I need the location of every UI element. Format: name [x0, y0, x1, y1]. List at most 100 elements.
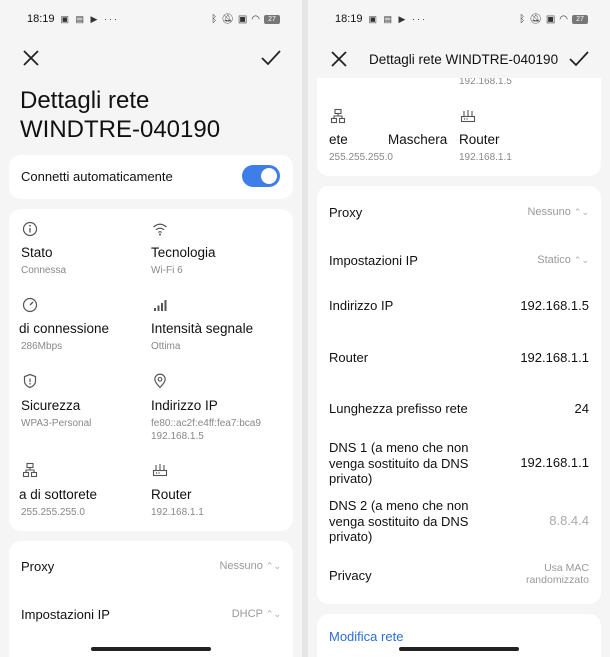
- dns2-field[interactable]: 8.8.4.4: [549, 513, 589, 528]
- network-icon: [22, 462, 38, 478]
- proxy-label: Proxy: [329, 205, 363, 220]
- wifi-icon: [152, 221, 168, 237]
- ip-address-label: Indirizzo IP: [329, 298, 394, 313]
- grid-title-stato: Stato: [21, 245, 53, 260]
- modify-network-link[interactable]: Modifica rete: [329, 629, 403, 644]
- privacy-label: Privacy: [329, 568, 372, 583]
- bluetooth-icon: ᛒ: [519, 13, 526, 25]
- proxy-value: Nessuno: [527, 206, 571, 218]
- grid-value-intensita: Ottima: [151, 341, 181, 352]
- partial-value-subnet: 255.255.255.0: [329, 152, 393, 163]
- dns2-label-line3: privato): [329, 529, 373, 544]
- grid-title-router: Router: [151, 487, 192, 502]
- nfc-icon: ▣: [237, 13, 248, 25]
- dns1-label: DNS 1 (a meno che non venga sostituito d…: [329, 440, 468, 487]
- ip-settings-label: Impostazioni IP: [21, 607, 110, 622]
- page-title-line2: WINDTRE-040190: [20, 116, 221, 143]
- mute-icon: 🔕︎: [221, 13, 234, 25]
- left-screen: 18:19 ▣ ▤ ▶ ··· ᛒ 🔕︎ ▣ ◠ 27 Dettagli ret…: [0, 0, 302, 657]
- confirm-check-icon[interactable]: [568, 48, 590, 70]
- info-icon: [22, 221, 38, 237]
- notification-icons: ▣ ▤ ▶ ···: [60, 13, 119, 24]
- privacy-select[interactable]: Usa MAC randomizzato: [526, 562, 589, 586]
- confirm-check-icon[interactable]: [260, 47, 282, 69]
- grid-title-subnet: a di sottorete: [19, 487, 98, 502]
- grid-value-ipv6: fe80::ac2f:e4ff:fea7:bca9: [151, 418, 261, 429]
- auto-connect-toggle[interactable]: [242, 165, 280, 187]
- grid-value-router: 192.168.1.1: [151, 507, 204, 518]
- status-bar-overlay: 18:19 ▣ ▤ ▶ ··· ᛒ 🔕︎ ▣ ◠ 27: [335, 10, 588, 28]
- grid-value-sicurezza: WPA3-Personal: [21, 418, 92, 429]
- speed-icon: [22, 297, 38, 313]
- grid-value-tecnologia: Wi-Fi 6: [151, 265, 183, 276]
- wifi-status-icon: ◠: [559, 13, 568, 25]
- ip-settings-label: Impostazioni IP: [329, 253, 418, 268]
- home-indicator[interactable]: [399, 647, 519, 651]
- status-right-icons: ᛒ 🔕︎ ▣ ◠ 27: [519, 14, 588, 25]
- privacy-value-line2: randomizzato: [525, 574, 589, 586]
- ip-config-card: Proxy Nessuno ⌃⌄ Impostazioni IP Statico ⌃…: [317, 186, 601, 604]
- top-header: 18:19 ▣ ▤ ▶ ··· ᛒ 🔕︎ ▣ ◠ 27 Dettagli ret…: [308, 0, 610, 78]
- status-right-icons: ᛒ 🔕︎ ▣ ◠ 27: [211, 14, 280, 25]
- partial-title-router: Router: [459, 132, 500, 147]
- ip-settings-card: Proxy Nessuno ⌃⌄ Impostazioni IP DHCP ⌃⌄: [9, 541, 293, 657]
- dns1-field[interactable]: 192.168.1.1: [520, 455, 589, 470]
- network-details-grid: Stato Connessa Tecnologia Wi-Fi 6 di con…: [9, 209, 293, 531]
- signal-bars-icon: [152, 297, 168, 313]
- ip-settings-select[interactable]: DHCP ⌃⌄: [232, 608, 281, 620]
- ip-settings-value: Statico: [537, 254, 571, 266]
- dns1-label-line1: DNS 1 (a meno che non: [329, 440, 469, 455]
- dns2-label: DNS 2 (a meno che non venga sostituito d…: [329, 498, 468, 545]
- dns1-label-line3: privato): [329, 471, 373, 486]
- ip-settings-select[interactable]: Statico ⌃⌄: [537, 254, 589, 266]
- bluetooth-icon: ᛒ: [211, 13, 218, 25]
- battery-icon: 27: [572, 14, 588, 24]
- proxy-label: Proxy: [21, 559, 55, 574]
- network-icon: [330, 108, 346, 124]
- dns2-label-line2: venga sostituito da DNS: [329, 513, 469, 529]
- battery-icon: 27: [264, 14, 280, 24]
- auto-connect-label: Connetti automaticamente: [21, 169, 173, 184]
- prefix-length-label: Lunghezza prefisso rete: [329, 401, 468, 416]
- router-icon: [152, 462, 168, 478]
- partial-title-maschera: Maschera: [388, 132, 448, 147]
- header-title: Dettagli rete WINDTRE-040190: [369, 52, 559, 67]
- grid-title-velocita: di connessione: [19, 321, 110, 336]
- status-bar: 18:19 ▣ ▤ ▶ ··· ᛒ 🔕︎ ▣ ◠ 27: [27, 10, 280, 28]
- proxy-select[interactable]: Nessuno ⌃⌄: [527, 206, 589, 218]
- partial-value-router: 192.168.1.1: [459, 152, 512, 163]
- router-label: Router: [329, 350, 369, 365]
- chevron-updown-icon: ⌃⌄: [573, 207, 589, 217]
- grid-title-indirizzo-ip: Indirizzo IP: [151, 398, 218, 413]
- right-screen: 18:19 ▣ ▤ ▶ ··· ᛒ 🔕︎ ▣ ◠ 27 192.168.1.5 …: [308, 0, 610, 657]
- grid-title-tecnologia: Tecnologia: [151, 245, 216, 260]
- shield-icon: [22, 373, 38, 389]
- close-icon[interactable]: [20, 47, 42, 69]
- nfc-icon: ▣: [545, 13, 556, 25]
- home-indicator[interactable]: [91, 647, 211, 651]
- close-icon[interactable]: [328, 48, 350, 70]
- proxy-select[interactable]: Nessuno ⌃⌄: [219, 560, 281, 572]
- ip-settings-value: DHCP: [231, 608, 263, 620]
- grid-value-velocita: 286Mbps: [21, 341, 63, 352]
- ip-address-field[interactable]: 192.168.1.5: [520, 298, 589, 313]
- mute-icon: 🔕︎: [529, 13, 542, 25]
- dns2-label-line1: DNS 2 (a meno che non: [329, 498, 469, 513]
- dns1-label-line2: venga sostituito da DNS: [329, 455, 469, 471]
- grid-value-subnet: 255.255.255.0: [21, 507, 85, 518]
- notification-icons: ▣ ▤ ▶ ···: [368, 13, 427, 24]
- grid-value-stato: Connessa: [21, 265, 67, 276]
- page-title-line1: Dettagli rete: [20, 87, 150, 114]
- privacy-value-line1: Usa MAC: [544, 562, 589, 574]
- prefix-length-field[interactable]: 24: [575, 401, 589, 416]
- grid-title-intensita: Intensità segnale: [151, 321, 254, 336]
- proxy-value: Nessuno: [219, 560, 263, 572]
- router-icon: [460, 108, 476, 124]
- partial-title-subnet: ete: [329, 132, 348, 147]
- location-pin-icon: [152, 373, 168, 389]
- wifi-status-icon: ◠: [251, 13, 260, 25]
- router-field[interactable]: 192.168.1.1: [520, 350, 589, 365]
- grid-title-sicurezza: Sicurezza: [21, 398, 81, 413]
- status-time: 18:19: [335, 13, 363, 25]
- chevron-updown-icon: ⌃⌄: [573, 255, 589, 265]
